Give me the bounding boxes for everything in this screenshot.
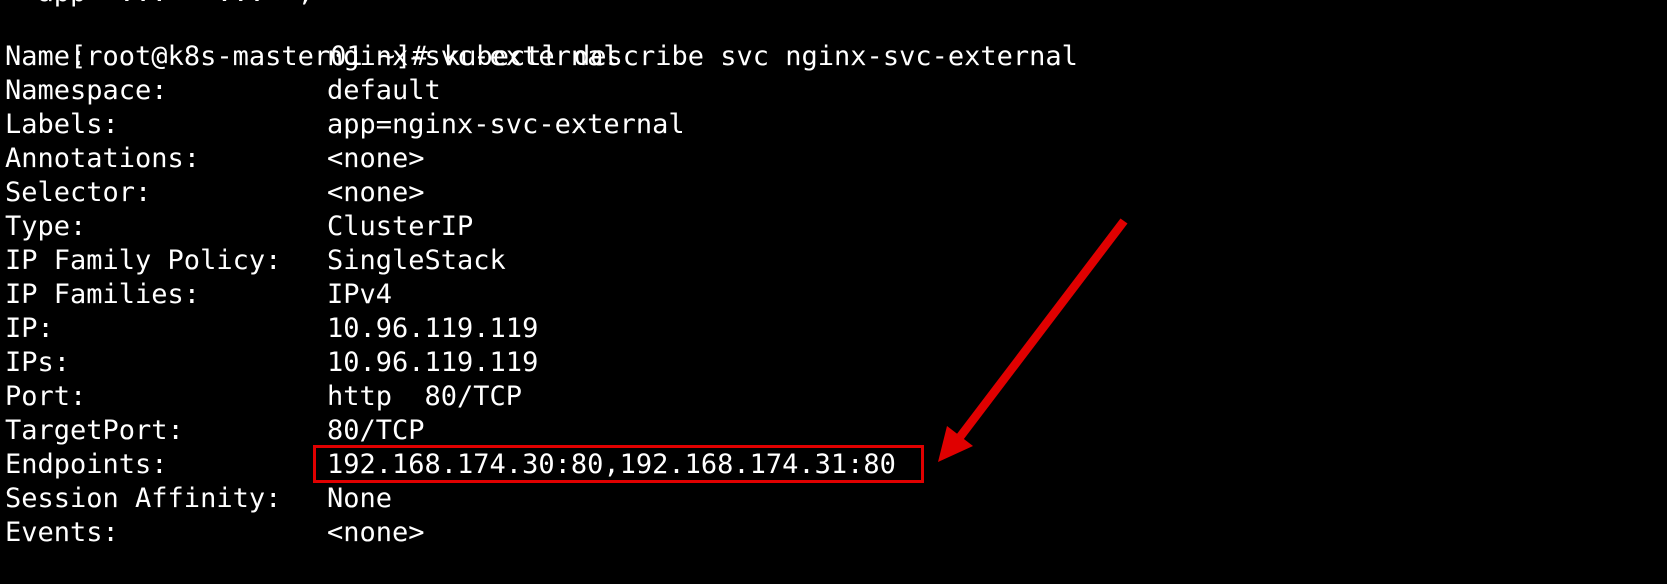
field-key: Endpoints: [5, 449, 168, 480]
arrow-shaft [956, 218, 1128, 440]
field-value: default [327, 75, 441, 106]
field-value: IPv4 [327, 279, 393, 310]
describe-row-ip-family-policy: IP Family Policy: SingleStack [5, 244, 506, 278]
field-key: Port: [5, 381, 87, 412]
describe-row-ips: IPs: 10.96.119.119 [5, 346, 538, 380]
field-key: TargetPort: [5, 415, 184, 446]
describe-row-annotations: Annotations: <none> [5, 142, 425, 176]
field-value: None [327, 483, 393, 514]
describe-row-ip-families: IP Families: IPv4 [5, 278, 392, 312]
field-value: <none> [327, 177, 425, 208]
field-key: IP: [5, 313, 54, 344]
field-value: 80/TCP [327, 415, 425, 446]
describe-row-name: Name: nginx-svc-external [5, 40, 620, 74]
field-value: <none> [327, 517, 425, 548]
field-value: app=nginx-svc-external [327, 109, 685, 140]
arrow-head [938, 426, 973, 462]
field-value: http 80/TCP [327, 381, 523, 412]
field-key: IP Families: [5, 279, 201, 310]
field-key: Type: [5, 211, 87, 242]
describe-row-session-affinity: Session Affinity: None [5, 482, 392, 516]
describe-row-namespace: Namespace: default [5, 74, 441, 108]
field-key: Labels: [5, 109, 119, 140]
describe-row-endpoints: Endpoints: 192.168.174.30:80,192.168.174… [5, 448, 896, 482]
field-key: Annotations: [5, 143, 201, 174]
field-key: IP Family Policy: [5, 245, 282, 276]
describe-row-type: Type: ClusterIP [5, 210, 473, 244]
field-key: Session Affinity: [5, 483, 282, 514]
field-key: IPs: [5, 347, 71, 378]
describe-row-ip: IP: 10.96.119.119 [5, 312, 538, 346]
command-line: [root@k8s-master01 ~]# kubectl describe … [5, 6, 1078, 72]
describe-row-selector: Selector: <none> [5, 176, 425, 210]
field-value: 10.96.119.119 [327, 313, 539, 344]
field-key: Selector: [5, 177, 152, 208]
field-value: <none> [327, 143, 425, 174]
field-value: ClusterIP [327, 211, 474, 242]
field-value: nginx-svc-external [327, 41, 620, 72]
field-value: SingleStack [327, 245, 506, 276]
terminal-window[interactable]: ' app' ... ' ... ', [root@k8s-master01 ~… [0, 0, 1667, 584]
describe-row-port: Port: http 80/TCP [5, 380, 522, 414]
describe-row-events: Events: <none> [5, 516, 425, 550]
describe-row-labels: Labels: app=nginx-svc-external [5, 108, 685, 142]
describe-row-targetport: TargetPort: 80/TCP [5, 414, 425, 448]
field-key: Events: [5, 517, 119, 548]
field-value: 10.96.119.119 [327, 347, 539, 378]
field-key: Name: [5, 41, 87, 72]
field-key: Namespace: [5, 75, 168, 106]
endpoints-highlight-box [313, 445, 924, 483]
